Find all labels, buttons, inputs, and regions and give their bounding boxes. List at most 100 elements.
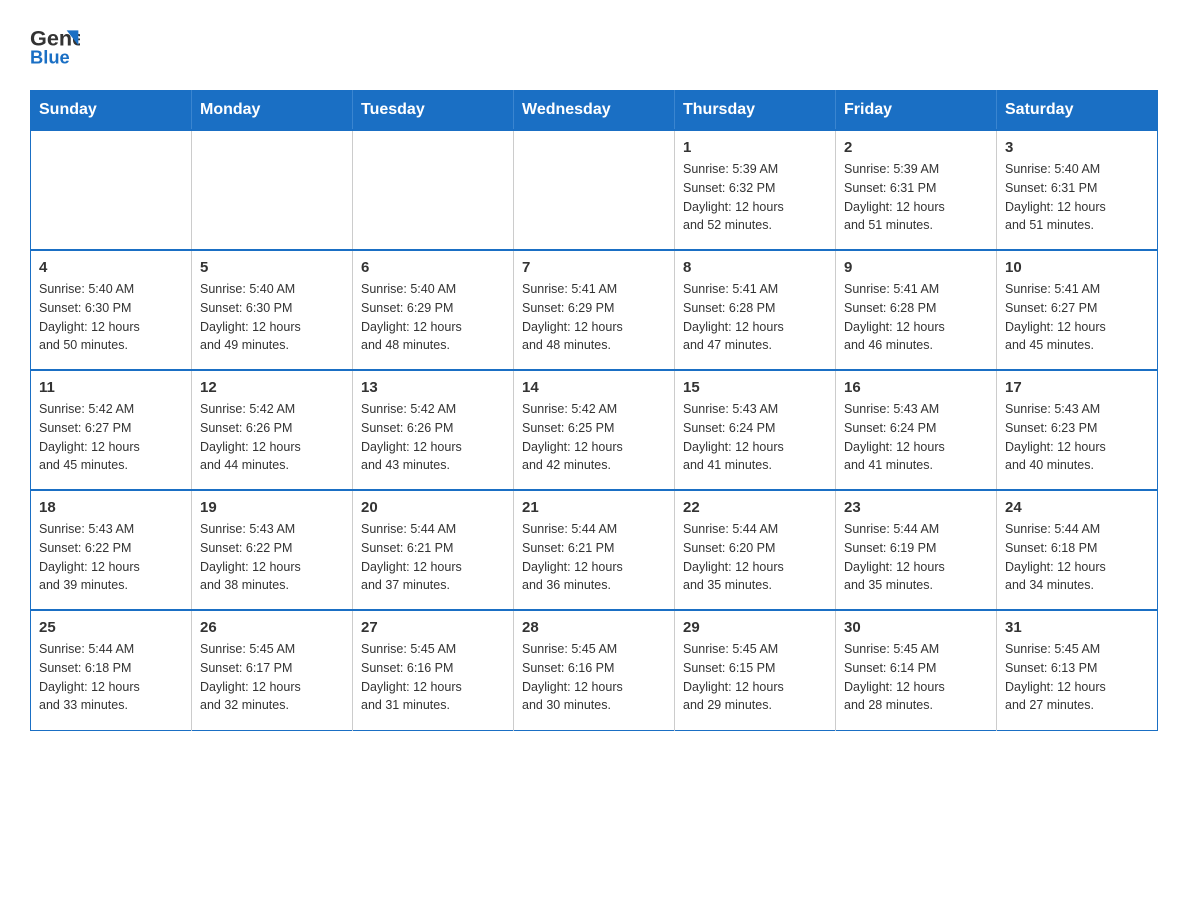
day-info: Sunrise: 5:43 AM Sunset: 6:22 PM Dayligh…	[39, 520, 183, 595]
calendar-day-14: 14 Sunrise: 5:42 AM Sunset: 6:25 PM Dayli…	[514, 370, 675, 490]
day-number: 1	[683, 139, 827, 156]
day-number: 11	[39, 379, 183, 396]
day-info: Sunrise: 5:44 AM Sunset: 6:21 PM Dayligh…	[361, 520, 505, 595]
day-info: Sunrise: 5:43 AM Sunset: 6:23 PM Dayligh…	[1005, 400, 1149, 475]
calendar-day-2: 2 Sunrise: 5:39 AM Sunset: 6:31 PM Daylig…	[836, 130, 997, 250]
calendar-day-25: 25Sunrise: 5:44 AM Sunset: 6:18 PM Dayli…	[31, 610, 192, 730]
day-number: 4	[39, 259, 183, 276]
weekday-header-tuesday: Tuesday	[353, 91, 514, 131]
calendar-day-1: 1 Sunrise: 5:39 AM Sunset: 6:32 PM Daylig…	[675, 130, 836, 250]
calendar-day-16: 16Sunrise: 5:43 AM Sunset: 6:24 PM Dayli…	[836, 370, 997, 490]
day-info: Sunrise: 5:44 AM Sunset: 6:20 PM Dayligh…	[683, 520, 827, 595]
day-info: Sunrise: 5:42 AM Sunset: 6:27 PM Dayligh…	[39, 400, 183, 475]
calendar-day-7: 7 Sunrise: 5:41 AM Sunset: 6:29 PM Daylig…	[514, 250, 675, 370]
weekday-header-saturday: Saturday	[997, 91, 1158, 131]
weekday-header-sunday: Sunday	[31, 91, 192, 131]
calendar-day-12: 12 Sunrise: 5:42 AM Sunset: 6:26 PM Dayli…	[192, 370, 353, 490]
day-info: Sunrise: 5:42 AM Sunset: 6:25 PM Dayligh…	[522, 400, 666, 475]
day-number: 17	[1005, 379, 1149, 396]
day-number: 3	[1005, 139, 1149, 156]
day-number: 20	[361, 499, 505, 516]
day-info: Sunrise: 5:42 AM Sunset: 6:26 PM Dayligh…	[200, 400, 344, 475]
day-info: Sunrise: 5:45 AM Sunset: 6:15 PM Dayligh…	[683, 640, 827, 715]
calendar-day-4: 4 Sunrise: 5:40 AM Sunset: 6:30 PM Daylig…	[31, 250, 192, 370]
calendar-day-13: 13 Sunrise: 5:42 AM Sunset: 6:26 PM Dayli…	[353, 370, 514, 490]
day-number: 28	[522, 619, 666, 636]
calendar-week-row: 18 Sunrise: 5:43 AM Sunset: 6:22 PM Dayli…	[31, 490, 1158, 610]
day-number: 29	[683, 619, 827, 636]
day-info: Sunrise: 5:44 AM Sunset: 6:21 PM Dayligh…	[522, 520, 666, 595]
day-info: Sunrise: 5:40 AM Sunset: 6:30 PM Dayligh…	[39, 280, 183, 355]
day-info: Sunrise: 5:40 AM Sunset: 6:29 PM Dayligh…	[361, 280, 505, 355]
day-info: Sunrise: 5:45 AM Sunset: 6:13 PM Dayligh…	[1005, 640, 1149, 715]
svg-text:Blue: Blue	[30, 47, 70, 68]
day-info: Sunrise: 5:42 AM Sunset: 6:26 PM Dayligh…	[361, 400, 505, 475]
calendar-day-19: 19 Sunrise: 5:43 AM Sunset: 6:22 PM Dayli…	[192, 490, 353, 610]
calendar-day-24: 24 Sunrise: 5:44 AM Sunset: 6:18 PM Dayli…	[997, 490, 1158, 610]
weekday-header-monday: Monday	[192, 91, 353, 131]
day-number: 13	[361, 379, 505, 396]
day-number: 10	[1005, 259, 1149, 276]
day-number: 6	[361, 259, 505, 276]
day-info: Sunrise: 5:43 AM Sunset: 6:24 PM Dayligh…	[683, 400, 827, 475]
logo-icon: General Blue	[30, 20, 80, 70]
day-number: 14	[522, 379, 666, 396]
calendar-day-3: 3 Sunrise: 5:40 AM Sunset: 6:31 PM Daylig…	[997, 130, 1158, 250]
day-number: 16	[844, 379, 988, 396]
calendar-day-6: 6 Sunrise: 5:40 AM Sunset: 6:29 PM Daylig…	[353, 250, 514, 370]
calendar-day-31: 31 Sunrise: 5:45 AM Sunset: 6:13 PM Dayli…	[997, 610, 1158, 730]
day-number: 23	[844, 499, 988, 516]
day-number: 19	[200, 499, 344, 516]
day-number: 26	[200, 619, 344, 636]
day-info: Sunrise: 5:39 AM Sunset: 6:31 PM Dayligh…	[844, 160, 988, 235]
day-info: Sunrise: 5:39 AM Sunset: 6:32 PM Dayligh…	[683, 160, 827, 235]
calendar-day-10: 10 Sunrise: 5:41 AM Sunset: 6:27 PM Dayli…	[997, 250, 1158, 370]
day-number: 15	[683, 379, 827, 396]
calendar-day-9: 9 Sunrise: 5:41 AM Sunset: 6:28 PM Daylig…	[836, 250, 997, 370]
calendar-day-23: 23 Sunrise: 5:44 AM Sunset: 6:19 PM Dayli…	[836, 490, 997, 610]
calendar-day-21: 21 Sunrise: 5:44 AM Sunset: 6:21 PM Dayli…	[514, 490, 675, 610]
day-number: 24	[1005, 499, 1149, 516]
calendar-day-18: 18 Sunrise: 5:43 AM Sunset: 6:22 PM Dayli…	[31, 490, 192, 610]
day-number: 18	[39, 499, 183, 516]
day-number: 21	[522, 499, 666, 516]
calendar-day-17: 17 Sunrise: 5:43 AM Sunset: 6:23 PM Dayli…	[997, 370, 1158, 490]
day-info: Sunrise: 5:45 AM Sunset: 6:16 PM Dayligh…	[361, 640, 505, 715]
day-info: Sunrise: 5:44 AM Sunset: 6:19 PM Dayligh…	[844, 520, 988, 595]
day-number: 8	[683, 259, 827, 276]
day-info: Sunrise: 5:41 AM Sunset: 6:29 PM Dayligh…	[522, 280, 666, 355]
calendar-day-22: 22 Sunrise: 5:44 AM Sunset: 6:20 PM Dayli…	[675, 490, 836, 610]
day-info: Sunrise: 5:45 AM Sunset: 6:17 PM Dayligh…	[200, 640, 344, 715]
day-info: Sunrise: 5:41 AM Sunset: 6:28 PM Dayligh…	[844, 280, 988, 355]
day-number: 5	[200, 259, 344, 276]
empty-day-cell	[514, 130, 675, 250]
day-info: Sunrise: 5:40 AM Sunset: 6:30 PM Dayligh…	[200, 280, 344, 355]
empty-day-cell	[31, 130, 192, 250]
calendar-day-28: 28 Sunrise: 5:45 AM Sunset: 6:16 PM Dayli…	[514, 610, 675, 730]
day-number: 27	[361, 619, 505, 636]
calendar-day-26: 26 Sunrise: 5:45 AM Sunset: 6:17 PM Dayli…	[192, 610, 353, 730]
day-number: 2	[844, 139, 988, 156]
calendar-week-row: 1 Sunrise: 5:39 AM Sunset: 6:32 PM Daylig…	[31, 130, 1158, 250]
page-header: General Blue	[30, 20, 1158, 70]
day-info: Sunrise: 5:44 AM Sunset: 6:18 PM Dayligh…	[1005, 520, 1149, 595]
day-info: Sunrise: 5:41 AM Sunset: 6:27 PM Dayligh…	[1005, 280, 1149, 355]
calendar-day-30: 30 Sunrise: 5:45 AM Sunset: 6:14 PM Dayli…	[836, 610, 997, 730]
day-info: Sunrise: 5:43 AM Sunset: 6:22 PM Dayligh…	[200, 520, 344, 595]
day-info: Sunrise: 5:45 AM Sunset: 6:14 PM Dayligh…	[844, 640, 988, 715]
day-number: 31	[1005, 619, 1149, 636]
day-info: Sunrise: 5:40 AM Sunset: 6:31 PM Dayligh…	[1005, 160, 1149, 235]
day-number: 30	[844, 619, 988, 636]
weekday-header-friday: Friday	[836, 91, 997, 131]
calendar-week-row: 4 Sunrise: 5:40 AM Sunset: 6:30 PM Daylig…	[31, 250, 1158, 370]
day-number: 12	[200, 379, 344, 396]
day-number: 7	[522, 259, 666, 276]
day-info: Sunrise: 5:41 AM Sunset: 6:28 PM Dayligh…	[683, 280, 827, 355]
day-number: 9	[844, 259, 988, 276]
day-info: Sunrise: 5:44 AM Sunset: 6:18 PM Dayligh…	[39, 640, 183, 715]
day-number: 22	[683, 499, 827, 516]
calendar-day-27: 27 Sunrise: 5:45 AM Sunset: 6:16 PM Dayli…	[353, 610, 514, 730]
weekday-header-row: SundayMondayTuesdayWednesdayThursdayFrid…	[31, 91, 1158, 131]
weekday-header-thursday: Thursday	[675, 91, 836, 131]
day-info: Sunrise: 5:45 AM Sunset: 6:16 PM Dayligh…	[522, 640, 666, 715]
